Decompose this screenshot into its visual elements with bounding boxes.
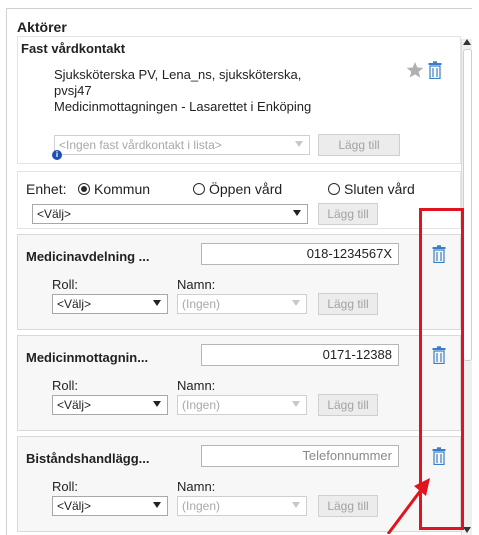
add-actor-button[interactable]: Lägg till xyxy=(318,293,378,315)
phone-input[interactable]: 018-1234567X xyxy=(201,243,399,265)
enhet-label: Enhet: xyxy=(26,181,67,197)
fast-vardkontakt-section: Fast vårdkontakt Sjuksköterska PV, Lena_… xyxy=(17,36,461,164)
chevron-down-icon xyxy=(153,502,161,508)
radio-oppen-vard[interactable]: Öppen vård xyxy=(193,181,282,197)
enhet-select[interactable]: <Välj> xyxy=(32,204,308,224)
scroll-thumb[interactable] xyxy=(463,49,472,361)
add-fast-vardkontakt-button[interactable]: Lägg till xyxy=(318,134,400,156)
radio-kommun[interactable]: Kommun xyxy=(78,181,150,197)
contact-line-3: Medicinmottagningen - Lasarettet i Enköp… xyxy=(54,99,312,114)
add-actor-button[interactable]: Lägg till xyxy=(318,495,378,517)
actor-card: Medicinavdelning ... 018-1234567X Roll: … xyxy=(17,234,461,330)
namn-select[interactable]: (Ingen) xyxy=(177,496,307,516)
add-enhet-button[interactable]: Lägg till xyxy=(318,203,378,225)
chevron-down-icon xyxy=(292,502,300,508)
trash-icon[interactable] xyxy=(428,61,442,79)
scroll-up-arrow-icon[interactable] xyxy=(463,39,471,45)
info-icon[interactable]: i xyxy=(52,150,62,160)
chevron-down-icon xyxy=(292,401,300,407)
chevron-down-icon xyxy=(153,300,161,306)
chevron-down-icon xyxy=(295,141,303,147)
contact-line-1: Sjuksköterska PV, Lena_ns, sjuksköterska… xyxy=(54,67,302,82)
phone-input[interactable]: 0171-12388 xyxy=(201,344,399,366)
actor-name: Medicinavdelning ... xyxy=(26,249,150,264)
namn-label: Namn: xyxy=(177,378,216,393)
radio-unselected-icon xyxy=(193,183,205,195)
add-actor-button[interactable]: Lägg till xyxy=(318,394,378,416)
actor-card: Medicinmottagnin... 0171-12388 Roll: Nam… xyxy=(17,335,461,431)
roll-label: Roll: xyxy=(52,277,79,292)
actor-name: Medicinmottagnin... xyxy=(26,350,149,365)
scroll-down-arrow-icon[interactable] xyxy=(463,527,471,533)
chevron-down-icon xyxy=(292,300,300,306)
fast-vardkontakt-heading: Fast vårdkontakt xyxy=(21,41,126,56)
star-icon[interactable] xyxy=(406,61,424,79)
enhet-select-value: <Välj> xyxy=(37,207,72,221)
actor-name: Biståndshandlägg... xyxy=(26,451,150,466)
namn-label: Namn: xyxy=(177,277,216,292)
roll-select[interactable]: <Välj> xyxy=(52,395,168,415)
roll-label: Roll: xyxy=(52,378,79,393)
namn-select[interactable]: (Ingen) xyxy=(177,395,307,415)
phone-input[interactable]: Telefonnummer xyxy=(201,445,399,467)
chevron-down-icon xyxy=(293,210,301,216)
radio-sluten-vard[interactable]: Sluten vård xyxy=(328,181,415,197)
actors-panel: Aktörer Fast vårdkontakt Sjuksköterska P… xyxy=(6,8,472,535)
namn-select[interactable]: (Ingen) xyxy=(177,294,307,314)
enhet-section: Enhet: Kommun Öppen vård Sluten vård <Vä… xyxy=(17,171,461,229)
panel-title: Aktörer xyxy=(17,19,67,35)
roll-select[interactable]: <Välj> xyxy=(52,496,168,516)
fast-vardkontakt-select[interactable]: <Ingen fast vårdkontakt i lista> xyxy=(54,135,310,155)
chevron-down-icon xyxy=(153,401,161,407)
radio-selected-icon xyxy=(78,183,90,195)
fast-vardkontakt-select-value: <Ingen fast vårdkontakt i lista> xyxy=(59,138,222,152)
namn-label: Namn: xyxy=(177,479,216,494)
roll-select[interactable]: <Välj> xyxy=(52,294,168,314)
contact-line-2: pvsj47 xyxy=(54,83,92,98)
annotation-arrow-icon xyxy=(386,478,430,534)
radio-unselected-icon xyxy=(328,183,340,195)
roll-label: Roll: xyxy=(52,479,79,494)
